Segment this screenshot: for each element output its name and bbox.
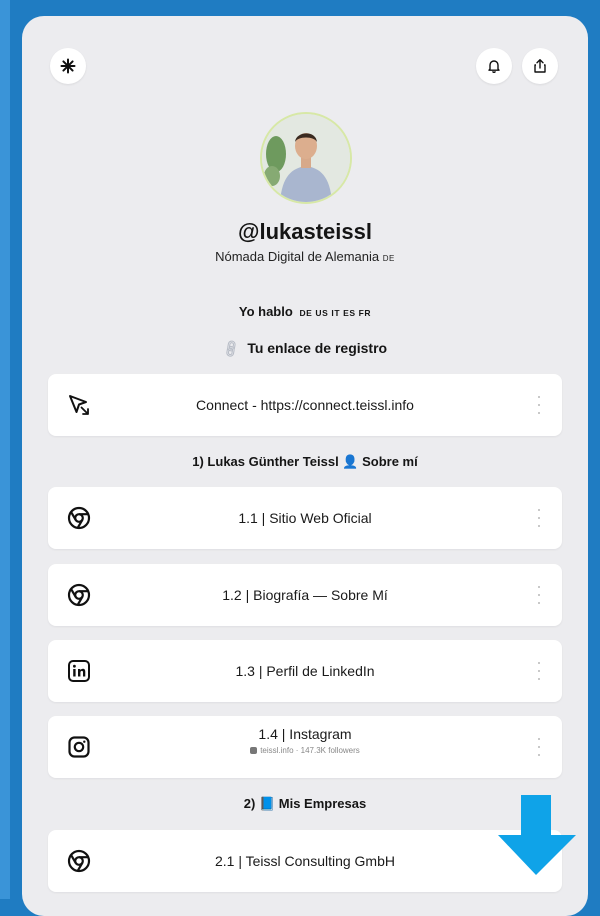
more-options-icon[interactable]: [534, 396, 544, 414]
link-icon: 🔗︎: [219, 337, 242, 360]
profile-card: @lukasteissl Nómada Digital de Alemania …: [22, 16, 588, 916]
link-linkedin[interactable]: 1.3 | Perfil de LinkedIn: [48, 640, 562, 702]
section-heading-about: 1) Lukas Günther Teissl 👤 Sobre mí: [192, 454, 418, 469]
link-label: 1.1 | Sitio Web Oficial: [238, 510, 372, 526]
sparkle-icon: [60, 58, 76, 74]
share-icon: [534, 59, 546, 73]
more-options-icon[interactable]: [534, 738, 544, 756]
instagram-mini-icon: [250, 747, 258, 754]
username: @lukasteissl: [238, 219, 372, 244]
country-tag: DE: [382, 254, 395, 263]
instagram-stats-text: teissl.info · 147.3K followers: [260, 746, 360, 755]
subtitle-text: Nómada Digital de Alemania: [215, 249, 380, 264]
chrome-icon: [66, 505, 92, 531]
more-options-icon[interactable]: [534, 509, 544, 527]
linkedin-icon: [66, 658, 92, 684]
link-teissl-consulting[interactable]: 2.1 | Teissl Consulting GmbH: [48, 830, 562, 892]
instagram-stats: teissl.info · 147.3K followers: [108, 746, 502, 755]
more-options-icon[interactable]: [534, 586, 544, 604]
link-label: 1.3 | Perfil de LinkedIn: [235, 663, 375, 679]
link-website[interactable]: 1.1 | Sitio Web Oficial: [48, 487, 562, 549]
language-codes: DE US IT ES FR: [299, 308, 372, 318]
frame-border: [0, 0, 10, 899]
instagram-icon: [66, 734, 92, 760]
chrome-icon: [66, 582, 92, 608]
avatar[interactable]: [260, 112, 352, 204]
link-biography[interactable]: 1.2 | Biografía — Sobre Mí: [48, 564, 562, 626]
link-label: 2.1 | Teissl Consulting GmbH: [214, 853, 395, 869]
logo-button[interactable]: [50, 48, 86, 84]
notifications-button[interactable]: [476, 48, 512, 84]
cursor-click-icon: [66, 392, 92, 418]
scroll-down-arrow-icon: [498, 795, 578, 882]
chrome-icon: [66, 848, 92, 874]
link-text: 1.4 | Instagram teissl.info · 147.3K fol…: [108, 726, 502, 755]
profile-photo: [262, 114, 350, 202]
bell-icon: [488, 60, 500, 74]
languages-label: Yo hablo: [238, 304, 293, 319]
profile-subtitle: Nómada Digital de Alemania DE: [22, 249, 588, 264]
link-instagram[interactable]: 1.4 | Instagram teissl.info · 147.3K fol…: [48, 716, 562, 778]
link-connect[interactable]: Connect - https://connect.teissl.info: [48, 374, 562, 436]
more-options-icon[interactable]: [534, 662, 544, 680]
link-label: 1.4 | Instagram: [258, 726, 352, 742]
signup-link-label: Tu enlace de registro: [247, 340, 388, 356]
link-label: 1.2 | Biografía — Sobre Mí: [222, 587, 388, 603]
signup-link[interactable]: 🔗︎ Tu enlace de registro: [22, 338, 588, 360]
languages-line: Yo hablo DE US IT ES FR: [22, 304, 588, 319]
link-label: Connect - https://connect.teissl.info: [196, 397, 414, 413]
share-button[interactable]: [522, 48, 558, 84]
